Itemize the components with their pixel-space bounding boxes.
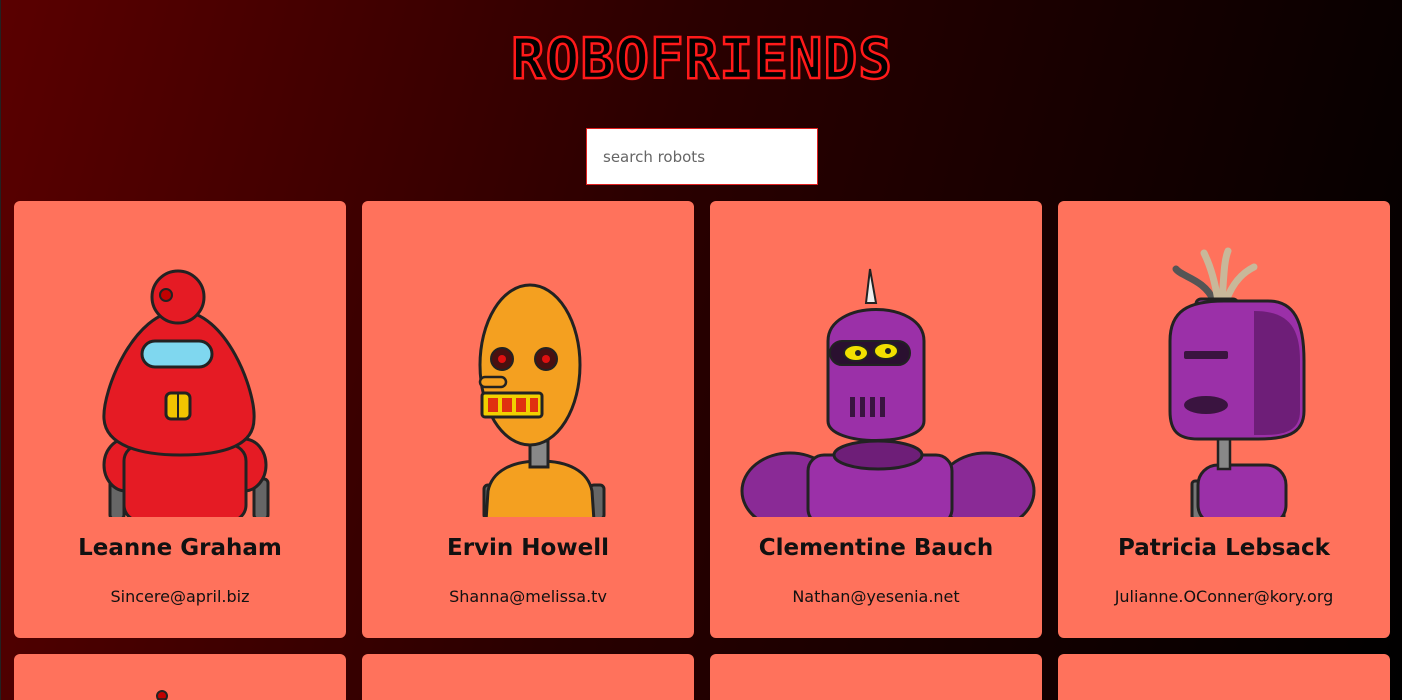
robot-card[interactable] bbox=[710, 654, 1042, 700]
search-input[interactable] bbox=[586, 128, 818, 185]
orange-robot-icon bbox=[478, 283, 606, 517]
robot-name: Leanne Graham bbox=[78, 535, 282, 561]
robot-name: Patricia Lebsack bbox=[1118, 535, 1330, 561]
robot-name: Ervin Howell bbox=[447, 535, 609, 561]
red-robot-icon bbox=[102, 269, 270, 517]
robot-card[interactable] bbox=[14, 654, 346, 700]
robot-card[interactable]: Leanne Graham Sincere@april.biz bbox=[14, 201, 346, 638]
purple-robot-icon bbox=[740, 268, 1036, 517]
red-robot-icon bbox=[156, 690, 168, 700]
card-list: Leanne Graham Sincere@april.biz Ervin Ho… bbox=[14, 201, 1390, 700]
header: ROBOFRIENDS bbox=[1, 26, 1402, 94]
robot-card[interactable] bbox=[1058, 654, 1390, 700]
robot-email: Julianne.OConner@kory.org bbox=[1114, 587, 1334, 606]
search-box bbox=[586, 128, 818, 185]
robot-card[interactable] bbox=[362, 654, 694, 700]
robot-email: Sincere@april.biz bbox=[110, 587, 250, 606]
robot-card[interactable]: Patricia Lebsack Julianne.OConner@kory.o… bbox=[1058, 201, 1390, 638]
robot-card[interactable]: Clementine Bauch Nathan@yesenia.net bbox=[710, 201, 1042, 638]
robot-email: Nathan@yesenia.net bbox=[792, 587, 960, 606]
page-title: ROBOFRIENDS bbox=[510, 26, 893, 94]
robot-name: Clementine Bauch bbox=[758, 535, 994, 561]
robot-email: Shanna@melissa.tv bbox=[449, 587, 607, 606]
purple-robot-icon bbox=[1168, 247, 1306, 517]
robot-card[interactable]: Ervin Howell Shanna@melissa.tv bbox=[362, 201, 694, 638]
